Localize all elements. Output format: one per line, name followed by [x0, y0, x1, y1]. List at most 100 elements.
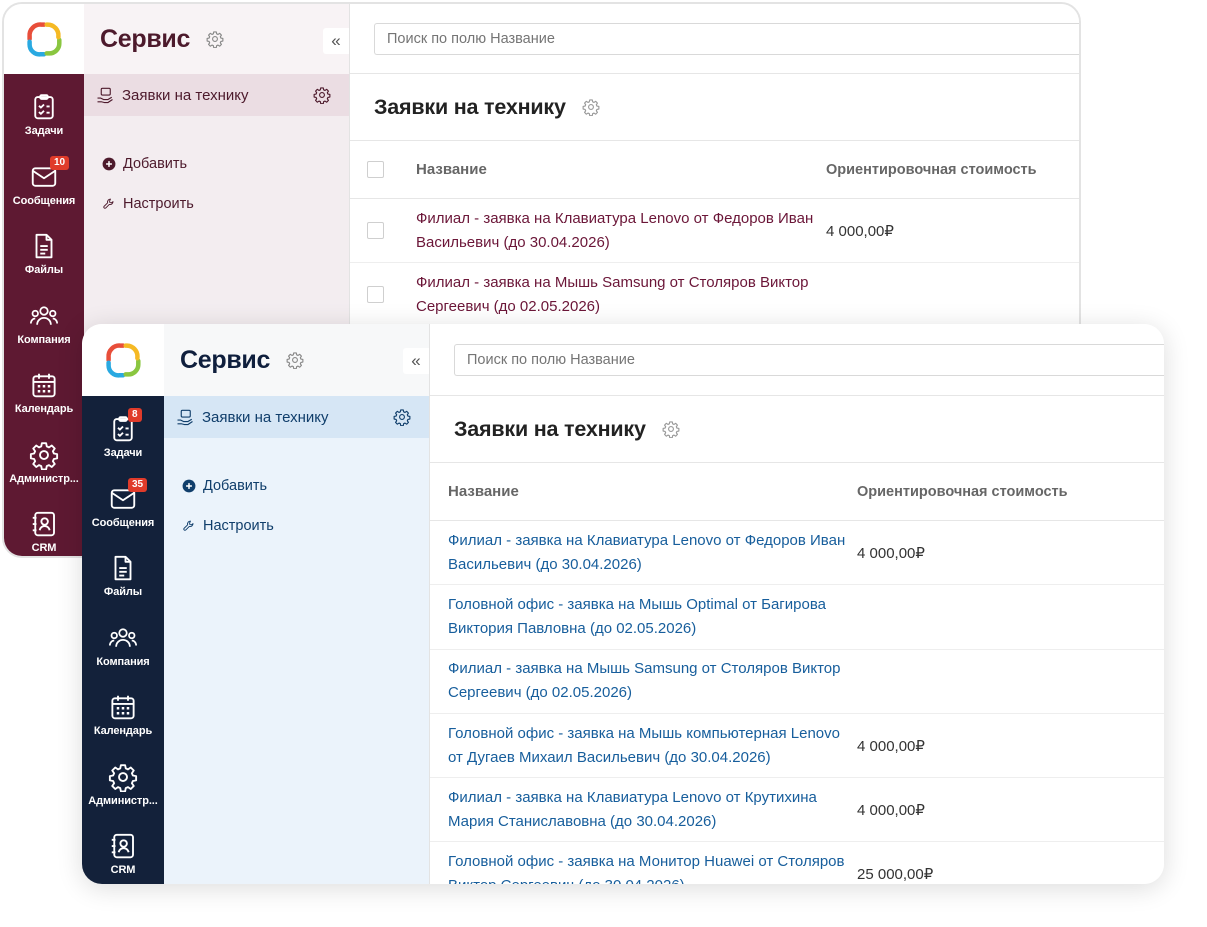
rail-label: Сообщения: [12, 194, 76, 207]
rail-item-files[interactable]: Файлы: [82, 541, 164, 611]
hand-device-icon: [176, 408, 194, 426]
rail-label: Задачи: [103, 447, 143, 460]
rail-label: CRM: [110, 864, 136, 877]
unread-badge: 35: [128, 477, 148, 492]
main-rail: Задачи 10 Сообщения Файлы Компания Календ…: [4, 74, 84, 556]
sidebar-item-equipment-requests[interactable]: Заявки на технику: [84, 74, 349, 116]
table-row[interactable]: Филиал - заявка на Клавиатура Lenovo от …: [350, 199, 1079, 264]
request-link[interactable]: Филиал - заявка на Клавиатура Lenovo от …: [416, 207, 826, 255]
rail-item-crm[interactable]: CRM: [82, 819, 164, 884]
page-title: Заявки на технику: [374, 94, 566, 119]
table-row[interactable]: Головной офис - заявка на Мышь Optimal о…: [430, 585, 1164, 650]
wrench-icon: [182, 519, 196, 533]
table-row[interactable]: Филиал - заявка на Клавиатура Lenovo от …: [430, 778, 1164, 843]
rail-item-calendar[interactable]: Календарь: [4, 358, 84, 428]
table-row[interactable]: Филиал - заявка на Мышь Samsung от Столя…: [430, 650, 1164, 714]
table-row[interactable]: Филиал - заявка на Клавиатура Lenovo от …: [430, 521, 1164, 586]
sidebar-item-equipment-requests[interactable]: Заявки на технику: [164, 396, 429, 438]
users-icon: [29, 301, 59, 331]
sidebar-item-label: Заявки на технику: [122, 86, 249, 104]
rail-item-company[interactable]: Компания: [4, 289, 84, 359]
request-link[interactable]: Филиал - заявка на Мышь Samsung от Столя…: [430, 657, 857, 705]
logo-icon: [26, 21, 62, 57]
configure-button[interactable]: Настроить: [102, 184, 349, 224]
request-link[interactable]: Филиал - заявка на Клавиатура Lenovo от …: [430, 529, 857, 577]
column-header-cost[interactable]: Ориентировочная стоимость: [857, 484, 1068, 500]
calendar-icon: [29, 370, 59, 400]
collapse-sidebar-button[interactable]: «: [403, 348, 429, 374]
search-bar: [430, 324, 1164, 396]
rail-label: Файлы: [103, 586, 143, 599]
rail-label: Компания: [96, 655, 150, 668]
app-settings-gear-icon[interactable]: [286, 351, 304, 369]
rail-item-messages[interactable]: 35 Сообщения: [82, 472, 164, 542]
unread-badge: 10: [50, 155, 70, 170]
rail-label: Календарь: [93, 725, 153, 738]
main-rail: 8 Задачи 35 Сообщения Файлы Компания Кален…: [82, 396, 164, 884]
gear-icon[interactable]: [313, 86, 331, 104]
app-logo[interactable]: [82, 324, 164, 396]
rail-item-calendar[interactable]: Календарь: [82, 680, 164, 750]
add-button[interactable]: Добавить: [182, 466, 429, 506]
contact-card-icon: [108, 831, 138, 861]
configure-button[interactable]: Настроить: [182, 506, 429, 546]
table-header: Название Ориентировочная стоимость: [350, 141, 1079, 199]
task-count-badge: 8: [128, 408, 142, 422]
rail-item-files[interactable]: Файлы: [4, 219, 84, 289]
rail-item-company[interactable]: Компания: [82, 611, 164, 681]
page-title: Заявки на технику: [454, 416, 646, 441]
request-cost: 4 000,00₽: [857, 737, 925, 755]
request-link[interactable]: Филиал - заявка на Клавиатура Lenovo от …: [430, 786, 857, 834]
request-link[interactable]: Головной офис - заявка на Мышь Optimal о…: [430, 593, 857, 641]
table-row[interactable]: Головной офис - заявка на Монитор Huawei…: [430, 842, 1164, 884]
gear-icon[interactable]: [393, 408, 411, 426]
rail-item-messages[interactable]: 10 Сообщения: [4, 150, 84, 220]
calendar-icon: [108, 692, 138, 722]
plus-circle-icon: [102, 157, 116, 171]
column-header-name[interactable]: Название: [416, 158, 826, 182]
page-header: Заявки на технику: [430, 396, 1164, 463]
request-cost: 25 000,00₽: [857, 866, 934, 884]
app-title: Сервис: [100, 24, 191, 53]
sidebar-actions: Добавить Настроить: [84, 116, 349, 224]
column-header-cost[interactable]: Ориентировочная стоимость: [826, 162, 1037, 178]
search-input[interactable]: [374, 22, 1079, 55]
users-icon: [108, 623, 138, 653]
rail-item-tasks[interactable]: Задачи: [4, 80, 84, 150]
rail-label: CRM: [31, 542, 57, 555]
file-icon: [108, 553, 138, 583]
rail-item-tasks[interactable]: 8 Задачи: [82, 402, 164, 472]
request-link[interactable]: Головной офис - заявка на Мышь компьютер…: [430, 722, 857, 770]
request-link[interactable]: Филиал - заявка на Мышь Samsung от Столя…: [416, 271, 826, 319]
table-row[interactable]: Головной офис - заявка на Мышь компьютер…: [430, 714, 1164, 779]
rail-item-admin[interactable]: Администр...: [4, 428, 84, 498]
file-icon: [29, 231, 59, 261]
rail-label: Задачи: [24, 125, 64, 138]
page-settings-gear-icon[interactable]: [582, 98, 600, 116]
add-label: Добавить: [123, 156, 188, 172]
clipboard-icon: [29, 92, 59, 122]
collapse-sidebar-button[interactable]: «: [323, 28, 349, 54]
rail-item-crm[interactable]: CRM: [4, 497, 84, 556]
rail-item-admin[interactable]: Администр...: [82, 750, 164, 820]
app-settings-gear-icon[interactable]: [206, 30, 224, 48]
app-title: Сервис: [180, 345, 271, 374]
sidebar-item-label: Заявки на технику: [202, 408, 329, 426]
add-button[interactable]: Добавить: [102, 144, 349, 184]
app-logo[interactable]: [4, 4, 84, 74]
page-header: Заявки на технику: [350, 74, 1079, 141]
table-row[interactable]: Филиал - заявка на Мышь Samsung от Столя…: [350, 263, 1079, 328]
logo-icon: [105, 342, 141, 378]
column-header-name[interactable]: Название: [430, 480, 857, 504]
select-all-checkbox[interactable]: [367, 161, 384, 178]
wrench-icon: [102, 197, 116, 211]
sidebar-actions: Добавить Настроить: [164, 438, 429, 546]
page-settings-gear-icon[interactable]: [662, 420, 680, 438]
request-link[interactable]: Головной офис - заявка на Монитор Huawei…: [430, 850, 857, 884]
row-checkbox[interactable]: [367, 222, 384, 240]
search-input[interactable]: [454, 343, 1164, 376]
row-checkbox[interactable]: [367, 286, 384, 304]
add-label: Добавить: [203, 478, 268, 494]
rail-label: Компания: [17, 333, 71, 346]
front-app-window: 8 Задачи 35 Сообщения Файлы Компания Кален…: [82, 324, 1164, 884]
